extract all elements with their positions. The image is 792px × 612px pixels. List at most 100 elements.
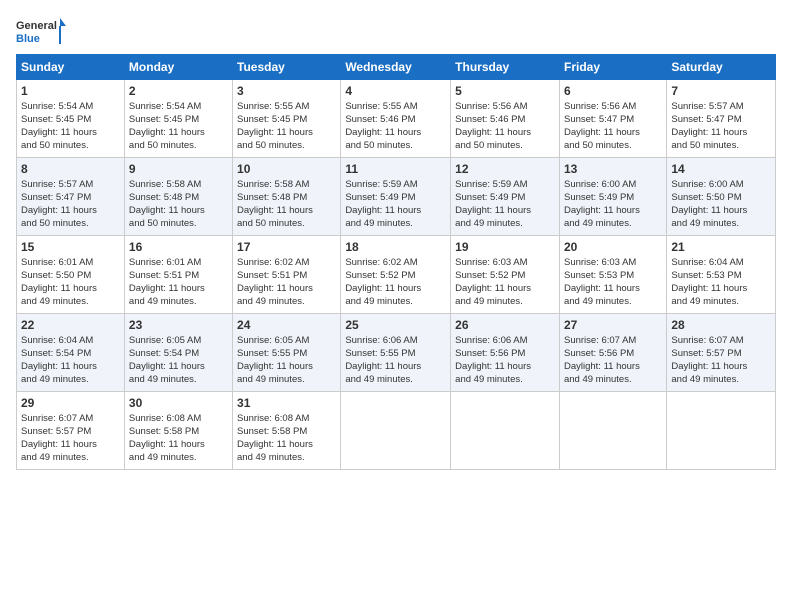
day-info-line: Sunrise: 6:06 AM — [455, 335, 555, 348]
svg-text:General: General — [16, 20, 57, 32]
day-info-line: Sunrise: 5:58 AM — [237, 179, 336, 192]
day-info-line: Daylight: 11 hours — [564, 127, 662, 140]
calendar-day-cell: 11 Sunrise: 5:59 AMSunset: 5:49 PMDayligh… — [341, 158, 451, 236]
day-info-line: Daylight: 11 hours — [129, 127, 228, 140]
day-info-line: Sunrise: 6:08 AM — [237, 413, 336, 426]
day-info-line: Sunset: 5:47 PM — [21, 192, 120, 205]
day-info-line: and 50 minutes. — [129, 218, 228, 231]
day-info-line: and 49 minutes. — [671, 374, 771, 387]
day-info-line: and 49 minutes. — [237, 374, 336, 387]
logo: General Blue — [16, 16, 66, 46]
day-info-line: Sunset: 5:45 PM — [237, 114, 336, 127]
day-info-line: Daylight: 11 hours — [564, 283, 662, 296]
day-info-line: Daylight: 11 hours — [21, 127, 120, 140]
calendar-day-cell: 9Sunrise: 5:58 AMSunset: 5:48 PMDaylight… — [124, 158, 232, 236]
day-info-line: and 49 minutes. — [345, 296, 446, 309]
day-number: 13 — [564, 161, 662, 177]
day-info-line: Sunset: 5:57 PM — [671, 348, 771, 361]
calendar-day-cell: 12Sunrise: 5:59 AMSunset: 5:49 PMDayligh… — [451, 158, 560, 236]
day-info-line: Sunrise: 6:07 AM — [671, 335, 771, 348]
day-info-line: Sunrise: 6:05 AM — [129, 335, 228, 348]
day-info-line: and 49 minutes. — [455, 296, 555, 309]
calendar-day-cell: 7Sunrise: 5:57 AMSunset: 5:47 PMDaylight… — [667, 80, 776, 158]
svg-text:Blue: Blue — [16, 33, 40, 45]
calendar-day-cell: 8Sunrise: 5:57 AMSunset: 5:47 PMDaylight… — [17, 158, 125, 236]
day-info-line: Sunset: 5:49 PM — [345, 192, 446, 205]
day-info-line: Daylight: 11 hours — [671, 283, 771, 296]
calendar-week-row: 29Sunrise: 6:07 AMSunset: 5:57 PMDayligh… — [17, 392, 776, 470]
calendar-day-cell: 2Sunrise: 5:54 AMSunset: 5:45 PMDaylight… — [124, 80, 232, 158]
day-info-line: Sunrise: 5:56 AM — [564, 101, 662, 114]
day-info-line: and 50 minutes. — [237, 218, 336, 231]
day-info-line: Daylight: 11 hours — [671, 205, 771, 218]
day-info-line: and 49 minutes. — [237, 296, 336, 309]
day-number: 18 — [345, 239, 446, 255]
day-info-line: Sunset: 5:48 PM — [237, 192, 336, 205]
day-number: 20 — [564, 239, 662, 255]
weekday-header-friday: Friday — [559, 55, 666, 80]
day-info-line: Sunrise: 5:58 AM — [129, 179, 228, 192]
day-info-line: Sunset: 5:46 PM — [455, 114, 555, 127]
day-info-line: Sunset: 5:56 PM — [564, 348, 662, 361]
day-number: 17 — [237, 239, 336, 255]
day-info-line: Sunrise: 5:54 AM — [129, 101, 228, 114]
calendar-day-cell: 10Sunrise: 5:58 AMSunset: 5:48 PMDayligh… — [233, 158, 341, 236]
day-number: 26 — [455, 317, 555, 333]
day-info-line: and 50 minutes. — [345, 140, 446, 153]
calendar-day-cell: 13Sunrise: 6:00 AMSunset: 5:49 PMDayligh… — [559, 158, 666, 236]
day-info-line: Daylight: 11 hours — [237, 361, 336, 374]
day-info-line: Daylight: 11 hours — [129, 205, 228, 218]
day-info-line: Sunrise: 5:59 AM — [345, 179, 446, 192]
day-info-line: and 50 minutes. — [671, 140, 771, 153]
weekday-header-tuesday: Tuesday — [233, 55, 341, 80]
day-info-line: Sunrise: 5:57 AM — [21, 179, 120, 192]
weekday-header-sunday: Sunday — [17, 55, 125, 80]
calendar-day-cell — [559, 392, 666, 470]
calendar-day-cell: 22Sunrise: 6:04 AMSunset: 5:54 PMDayligh… — [17, 314, 125, 392]
day-info-line: Sunrise: 6:03 AM — [455, 257, 555, 270]
calendar-week-row: 15Sunrise: 6:01 AMSunset: 5:50 PMDayligh… — [17, 236, 776, 314]
calendar-day-cell — [341, 392, 451, 470]
day-number: 11 — [345, 161, 446, 177]
calendar-week-row: 1Sunrise: 5:54 AMSunset: 5:45 PMDaylight… — [17, 80, 776, 158]
day-info-line: Sunset: 5:53 PM — [564, 270, 662, 283]
day-info-line: Daylight: 11 hours — [345, 205, 446, 218]
day-info-line: Sunrise: 6:05 AM — [237, 335, 336, 348]
day-number: 9 — [129, 161, 228, 177]
day-info-line: Daylight: 11 hours — [345, 127, 446, 140]
day-info-line: Sunset: 5:51 PM — [237, 270, 336, 283]
day-info-line: and 49 minutes. — [671, 296, 771, 309]
calendar-day-cell: 26Sunrise: 6:06 AMSunset: 5:56 PMDayligh… — [451, 314, 560, 392]
calendar-day-cell: 17Sunrise: 6:02 AMSunset: 5:51 PMDayligh… — [233, 236, 341, 314]
day-info-line: and 50 minutes. — [564, 140, 662, 153]
day-info-line: Sunset: 5:54 PM — [21, 348, 120, 361]
day-info-line: Sunset: 5:58 PM — [237, 426, 336, 439]
day-info-line: Daylight: 11 hours — [564, 205, 662, 218]
day-info-line: Sunrise: 6:02 AM — [237, 257, 336, 270]
day-info-line: Daylight: 11 hours — [21, 205, 120, 218]
day-number: 7 — [671, 83, 771, 99]
day-info-line: Daylight: 11 hours — [345, 361, 446, 374]
day-info-line: and 49 minutes. — [129, 374, 228, 387]
day-info-line: Sunset: 5:46 PM — [345, 114, 446, 127]
calendar-day-cell: 19Sunrise: 6:03 AMSunset: 5:52 PMDayligh… — [451, 236, 560, 314]
calendar-day-cell: 31Sunrise: 6:08 AMSunset: 5:58 PMDayligh… — [233, 392, 341, 470]
calendar-day-cell: 21Sunrise: 6:04 AMSunset: 5:53 PMDayligh… — [667, 236, 776, 314]
day-number: 6 — [564, 83, 662, 99]
day-info-line: and 49 minutes. — [455, 374, 555, 387]
day-number: 19 — [455, 239, 555, 255]
day-info-line: Daylight: 11 hours — [345, 283, 446, 296]
day-info-line: Sunset: 5:52 PM — [345, 270, 446, 283]
day-number: 23 — [129, 317, 228, 333]
day-info-line: Sunrise: 5:56 AM — [455, 101, 555, 114]
day-info-line: and 49 minutes. — [21, 296, 120, 309]
day-info-line: Sunrise: 6:07 AM — [21, 413, 120, 426]
weekday-header-saturday: Saturday — [667, 55, 776, 80]
day-info-line: Daylight: 11 hours — [455, 205, 555, 218]
calendar-day-cell: 23Sunrise: 6:05 AMSunset: 5:54 PMDayligh… — [124, 314, 232, 392]
day-number: 21 — [671, 239, 771, 255]
day-info-line: Sunset: 5:56 PM — [455, 348, 555, 361]
day-number: 30 — [129, 395, 228, 411]
calendar-day-cell: 20Sunrise: 6:03 AMSunset: 5:53 PMDayligh… — [559, 236, 666, 314]
day-info-line: Sunset: 5:47 PM — [671, 114, 771, 127]
